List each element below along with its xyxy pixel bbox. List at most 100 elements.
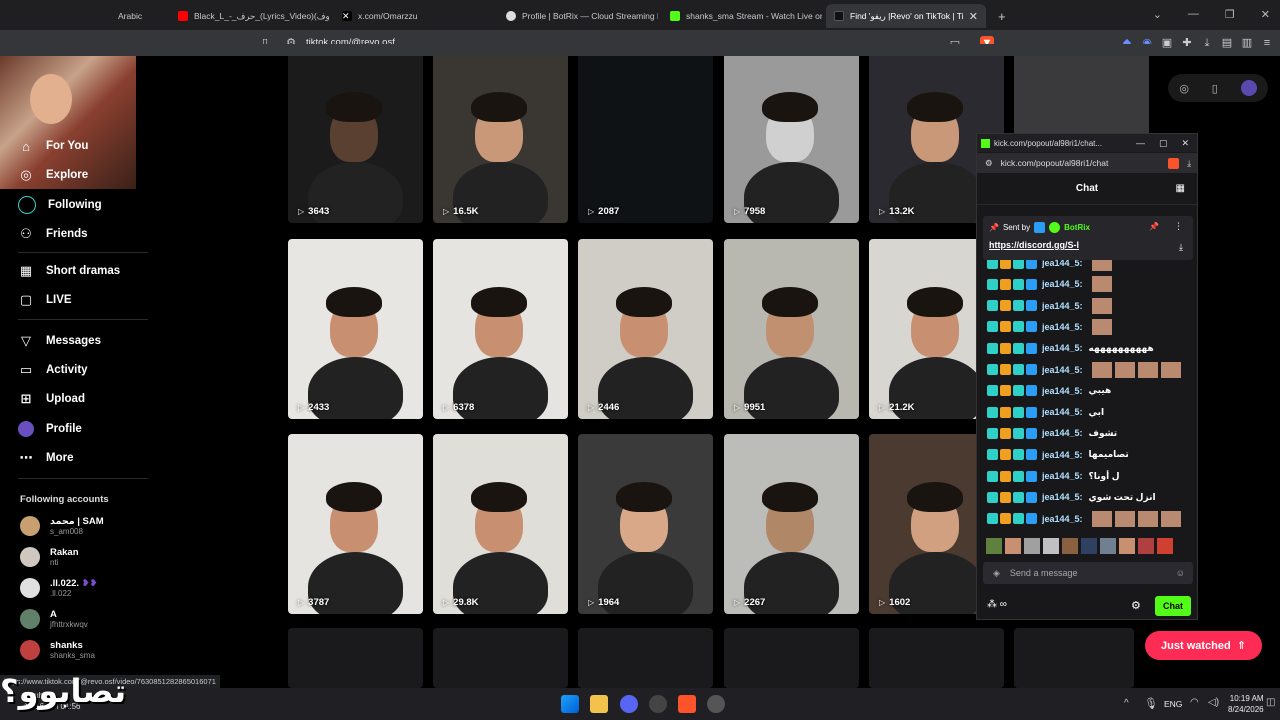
expand-icon[interactable]: ⤓ [1179,242,1183,253]
nav-for-you[interactable]: ⌂ For You [18,138,88,154]
video-thumbnail[interactable]: ▷ 2087 [578,44,713,223]
wifi-icon[interactable]: ◠ [1190,697,1199,708]
download-icon[interactable]: ⤓ [1187,158,1191,169]
new-tab-button[interactable]: + [990,4,1010,28]
close-tab-icon[interactable]: ✕ [969,10,978,23]
emote[interactable] [1100,538,1116,554]
chat-username[interactable]: jea144_5: [1042,322,1083,332]
chat-send-button[interactable]: Chat [1155,596,1191,616]
notification-icon[interactable]: ◫ [1266,697,1275,708]
nav-explore[interactable]: ◎ Explore [18,167,88,183]
microphone-icon[interactable]: 🎙 [1144,697,1158,710]
nav-messages[interactable]: ▽ Messages [18,333,101,349]
browser-tab[interactable]: Profile | BotRix — Cloud Streaming B [498,4,658,28]
following-account[interactable]: shanks shanks_sma [20,640,95,660]
chat-username[interactable]: jea144_5: [1042,301,1083,311]
nav-following[interactable]: Following [18,196,102,214]
app-icon[interactable] [707,695,725,713]
nav-live[interactable]: ▢ LIVE [18,292,72,308]
chat-username[interactable]: jea144_5: [1042,450,1083,460]
browser-tab-active[interactable]: Find 'ريفو |Revo' on TikTok | TikTo ✕ [826,4,986,28]
minimize-icon[interactable]: — [1136,138,1145,149]
emote[interactable] [1024,538,1040,554]
emote[interactable] [1062,538,1078,554]
settings-icon[interactable]: ⚙ [1131,599,1141,612]
download-icon[interactable]: ⤓ [1200,36,1214,50]
minimize-icon[interactable]: — [1188,8,1199,21]
close-window-icon[interactable]: ✕ [1261,8,1270,21]
brave-icon[interactable] [678,695,696,713]
browser-tab[interactable]: Arabic [110,4,168,28]
sidebar-toggle-icon[interactable]: ▥ [1240,36,1254,50]
following-account[interactable]: محمد | SAM s_am008 [20,516,104,536]
emote[interactable] [986,538,1002,554]
chat-username[interactable]: jea144_5: [1042,386,1083,396]
nav-more[interactable]: ⋯ More [18,450,74,466]
emote[interactable] [1157,538,1173,554]
clock[interactable]: 10:19 AM 8/24/2026 [1228,693,1264,715]
chat-username[interactable]: jea144_5: [1042,343,1083,353]
video-thumbnail[interactable]: ▷ 2267 [724,434,859,614]
chat-username[interactable]: jea144_5: [1042,471,1083,481]
windows-start-icon[interactable] [561,695,579,713]
video-thumbnail[interactable]: ▷ 16.5K [433,44,568,223]
users-icon[interactable]: ▦ [1176,183,1185,194]
nav-profile[interactable]: Profile [18,421,82,437]
obs-icon[interactable] [649,695,667,713]
emote[interactable] [1081,538,1097,554]
nav-friends[interactable]: ⚇ Friends [18,226,87,242]
more-options-icon[interactable]: ⋮ [1174,221,1183,232]
nav-activity[interactable]: ▭ Activity [18,362,88,378]
puzzle-icon[interactable]: ✚ [1180,36,1194,50]
language-indicator[interactable]: ENG [1164,699,1182,709]
video-thumbnail[interactable]: ▷ 9951 [724,239,859,419]
emoji-icon[interactable]: ☺ [1176,568,1185,578]
chat-username[interactable]: jea144_5: [1042,365,1083,375]
device-icon[interactable]: ▯ [1212,82,1218,95]
chat-username[interactable]: jea144_5: [1042,279,1083,289]
brave-shield-icon[interactable] [1168,157,1180,169]
emote[interactable] [1005,538,1021,554]
chat-username[interactable]: jea144_5: [1042,514,1083,524]
site-info-icon[interactable]: ⚙ [985,158,993,169]
video-thumbnail[interactable]: ▷ 2446 [578,239,713,419]
history-icon[interactable]: ▤ [1220,36,1234,50]
volume-icon[interactable]: ◁) [1208,697,1219,708]
nav-short-dramas[interactable]: ▦ Short dramas [18,263,120,279]
chat-message-input[interactable]: ◈ Send a message ☺ [983,562,1193,584]
chevron-up-icon[interactable]: ^ [1124,698,1129,709]
video-thumbnail[interactable]: ▷ 3787 [288,434,423,614]
following-account[interactable]: Ajfhttrxkwqv [20,609,88,629]
nav-upload[interactable]: ⊞ Upload [18,391,85,407]
close-icon[interactable]: ✕ [1181,138,1189,149]
restore-icon[interactable]: ❐ [1225,8,1235,21]
emote[interactable] [1119,538,1135,554]
emote[interactable] [1043,538,1059,554]
menu-icon[interactable]: ≡ [1260,36,1274,50]
discord-icon[interactable] [620,695,638,713]
video-thumbnail[interactable]: ▷ 6378 [433,239,568,419]
video-thumbnail[interactable]: ▷ 29.8K [433,434,568,614]
video-thumbnail[interactable]: ▷ 1964 [578,434,713,614]
just-watched-button[interactable]: Just watched ⇑ [1145,631,1262,660]
following-account[interactable]: Rakan nti [20,547,79,567]
user-avatar-icon[interactable] [1240,80,1257,96]
video-thumbnail[interactable]: ▷ 7958 [724,44,859,223]
compass-icon[interactable]: ◎ [1179,82,1189,95]
video-thumbnail[interactable] [1014,56,1149,134]
chat-username[interactable]: jea144_5: [1042,407,1083,417]
unpin-icon[interactable]: 📌 [1149,222,1159,231]
video-thumbnail[interactable]: ▷ 3643 [288,44,423,223]
file-explorer-icon[interactable] [590,695,608,713]
browser-tab[interactable]: shanks_sma Stream - Watch Live on [662,4,822,28]
video-thumbnail[interactable]: ▷ 2433 [288,239,423,419]
following-account[interactable]: .ll.022. ❥❥ .ll.022 [20,578,98,598]
wallet-icon[interactable]: ▣ [1160,36,1174,50]
chat-username[interactable]: jea144_5: [1042,428,1083,438]
dropdown-icon[interactable]: ⌄ [1153,8,1162,21]
browser-tab[interactable]: Black_L_-_حرف_(Lyrics_Video)(محذوف) - [170,4,330,28]
points-icon[interactable]: ⁂ ∞ [987,599,1007,610]
maximize-icon[interactable]: ▢ [1159,138,1168,149]
browser-tab[interactable]: ✕ x.com/Omarzzu [334,4,494,28]
pinned-link[interactable]: https://discord.gg/S-l [989,240,1079,250]
